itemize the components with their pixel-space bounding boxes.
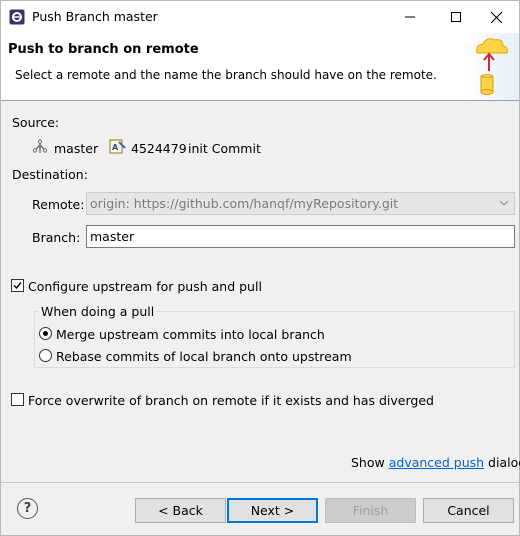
pull-group-title: When doing a pull (39, 304, 157, 319)
push-branch-dialog: Push Branch master Push to branch on rem… (0, 0, 520, 536)
destination-label: Destination: (12, 167, 88, 182)
page-title: Push to branch on remote (8, 42, 199, 57)
close-button[interactable] (473, 1, 519, 33)
advanced-push-suffix: dialog (488, 455, 520, 470)
remote-label: Remote: (32, 197, 85, 212)
remote-combo-value: origin: https://github.com/hanqf/myRepos… (90, 196, 399, 211)
svg-text:A: A (112, 143, 119, 152)
chevron-down-icon (499, 200, 509, 206)
push-to-cloud-icon (465, 33, 519, 100)
branch-label: Branch: (32, 230, 81, 245)
configure-upstream-label[interactable]: Configure upstream for push and pull (28, 279, 262, 294)
page-description: Select a remote and the name the branch … (15, 68, 437, 82)
force-overwrite-checkbox[interactable] (11, 393, 24, 406)
source-commit-id: 4524479 (131, 141, 187, 156)
help-icon[interactable]: ? (17, 498, 38, 519)
next-button[interactable]: Next > (227, 498, 318, 523)
check-icon (13, 282, 22, 290)
finish-button[interactable]: Finish (325, 498, 416, 523)
advanced-push-prefix: Show (351, 455, 385, 470)
advanced-push-link[interactable]: advanced push (389, 455, 484, 470)
source-commit-message: init Commit (188, 141, 261, 156)
minimize-icon (405, 16, 415, 18)
back-button[interactable]: < Back (135, 498, 226, 523)
rebase-radio-label[interactable]: Rebase commits of local branch onto upst… (56, 349, 352, 364)
cancel-button[interactable]: Cancel (423, 498, 514, 523)
close-icon (490, 11, 502, 23)
commit-icon: A (109, 139, 126, 154)
source-branch: master (54, 141, 99, 156)
minimize-button[interactable] (387, 1, 433, 33)
merge-radio-label[interactable]: Merge upstream commits into local branch (56, 327, 325, 342)
advanced-push-text: Show advanced push dialog (351, 455, 520, 470)
configure-upstream-checkbox[interactable] (11, 279, 24, 292)
rebase-radio[interactable] (39, 349, 52, 362)
branch-field[interactable]: master (86, 225, 515, 248)
merge-radio[interactable] (39, 327, 52, 340)
wizard-header: Push to branch on remote Select a remote… (1, 33, 519, 101)
footer-separator (1, 482, 519, 483)
title-bar: Push Branch master (1, 1, 519, 33)
branch-field-value: master (90, 229, 135, 244)
window-title: Push Branch master (32, 9, 158, 24)
source-label: Source: (12, 115, 60, 130)
help-icon-glyph: ? (23, 501, 32, 516)
maximize-icon (451, 12, 461, 22)
remote-combo[interactable]: origin: https://github.com/hanqf/myRepos… (86, 192, 515, 215)
branch-icon (32, 139, 48, 153)
eclipse-app-icon (9, 9, 25, 25)
force-overwrite-label[interactable]: Force overwrite of branch on remote if i… (28, 393, 434, 408)
